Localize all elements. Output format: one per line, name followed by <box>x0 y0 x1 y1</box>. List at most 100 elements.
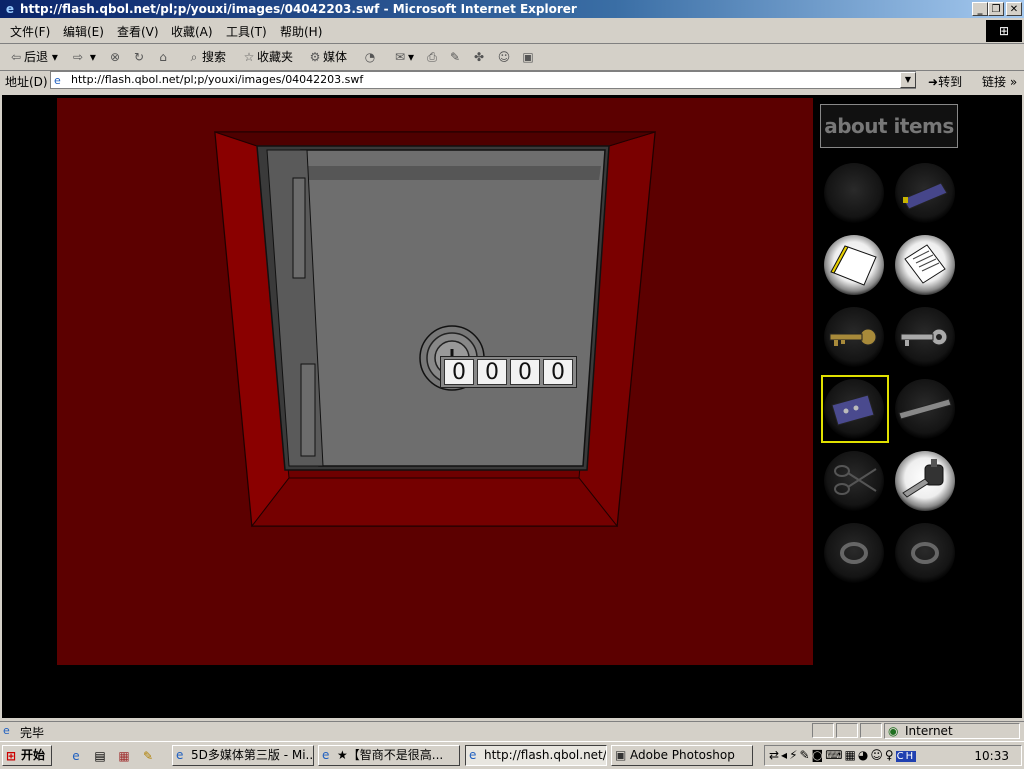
address-dropdown-button[interactable]: ▼ <box>900 72 916 88</box>
task-button-1[interactable]: e 5D多媒体第三版 - Mi... <box>172 745 314 766</box>
task-button-2[interactable]: e ★【智商不是很高... <box>318 745 460 766</box>
window-title: http://flash.qbol.net/pl;p/youxi/images/… <box>20 2 577 16</box>
extra-button[interactable]: ▣ <box>520 48 536 66</box>
go-button[interactable]: ➜转到 <box>928 73 962 90</box>
tray-icons[interactable]: ⇄◂⚡✎◙⌨▦◕☺♀CH <box>769 748 917 762</box>
status-pane-3 <box>860 723 882 738</box>
security-zone: ◉ Internet <box>884 723 1020 739</box>
stop-button[interactable]: ⊗ <box>107 48 123 66</box>
letter-icon <box>904 244 946 284</box>
inventory-slot-letter[interactable] <box>895 235 955 295</box>
discuss-icon: ✤ <box>473 50 485 64</box>
status-text: 完毕 <box>20 726 45 740</box>
scissors-icon <box>834 465 877 495</box>
title-bar: e http://flash.qbol.net/pl;p/youxi/image… <box>0 0 1024 18</box>
mail-button[interactable]: ✉ ▾ <box>392 48 414 66</box>
go-arrow-icon: ➜ <box>928 75 939 89</box>
minimize-button[interactable]: _ <box>972 2 988 16</box>
quicklaunch-app-icon[interactable]: ▦ <box>116 748 132 764</box>
media-icon: ⚙ <box>309 50 321 64</box>
forward-arrow-icon: ⇨ <box>72 50 84 64</box>
flash-content: 0 0 0 0 about items <box>2 95 1022 718</box>
print-button[interactable]: ⎙ <box>424 48 440 66</box>
windows-logo-icon: ⊞ <box>986 20 1022 42</box>
task-button-3[interactable]: e http://flash.qbol.net/... <box>465 745 607 766</box>
ie-task-icon: e <box>469 748 477 762</box>
history-icon: ◔ <box>364 50 376 64</box>
inventory-slot-silver-key[interactable] <box>895 307 955 367</box>
messenger-button[interactable]: ☺ <box>496 48 512 66</box>
lower-hinge <box>300 363 316 457</box>
quicklaunch-tool-icon[interactable]: ✎ <box>140 748 156 764</box>
edit-icon: ✎ <box>449 50 461 64</box>
menu-edit[interactable]: 编辑(E) <box>63 23 104 40</box>
clock: 10:33 <box>974 749 1009 763</box>
inventory-slot-empty[interactable] <box>824 163 884 223</box>
inventory-slot-ring-2[interactable] <box>895 523 955 583</box>
start-button[interactable]: ⊞ 开始 <box>2 745 52 766</box>
inventory-slot-ring-1[interactable] <box>824 523 884 583</box>
address-input[interactable]: e http://flash.qbol.net/pl;p/youxi/image… <box>50 71 916 89</box>
links-button[interactable]: 链接 » <box>982 73 1017 90</box>
quicklaunch-ie-icon[interactable]: e <box>68 748 84 764</box>
media-button[interactable]: ⚙ 媒体 <box>307 48 347 66</box>
menu-bar: 文件(F) 编辑(E) 查看(V) 收藏(A) 工具(T) 帮助(H) <box>0 19 1024 44</box>
code-digit-3[interactable]: 0 <box>510 359 540 385</box>
back-button[interactable]: ⇦ 后退 ▾ <box>8 48 58 66</box>
inventory-slot-scissors[interactable] <box>824 451 884 511</box>
gold-key-icon <box>829 328 877 346</box>
print-icon: ⎙ <box>427 50 437 64</box>
globe-icon: ◉ <box>888 724 899 738</box>
windows-flag-icon: ⊞ <box>6 749 17 763</box>
code-digit-2[interactable]: 0 <box>477 359 507 385</box>
stop-icon: ⊗ <box>109 50 121 64</box>
back-arrow-icon: ⇦ <box>10 50 22 64</box>
mail-icon: ✉ <box>394 50 406 64</box>
address-label: 地址(D) <box>5 75 48 89</box>
menu-view[interactable]: 查看(V) <box>117 23 159 40</box>
box-icon: ▣ <box>522 50 534 64</box>
task-button-4[interactable]: ▣ Adobe Photoshop <box>611 745 753 766</box>
refresh-icon: ↻ <box>133 50 145 64</box>
inventory-slot-gold-key[interactable] <box>824 307 884 367</box>
silver-key-icon <box>900 328 948 346</box>
search-button[interactable]: ⌕ 搜索 <box>186 48 226 66</box>
close-button[interactable]: ✕ <box>1006 2 1022 16</box>
menu-file[interactable]: 文件(F) <box>10 23 50 40</box>
recess-top-wall <box>214 131 656 147</box>
forward-button[interactable]: ⇨ ▾ <box>70 48 96 66</box>
discuss-button[interactable]: ✤ <box>471 48 487 66</box>
selected-item-highlight <box>821 375 889 443</box>
ring-icon <box>840 542 868 564</box>
code-digit-4[interactable]: 0 <box>543 359 573 385</box>
combination-display[interactable]: 0 0 0 0 <box>440 356 577 388</box>
game-stage: 0 0 0 0 <box>57 98 813 665</box>
search-icon: ⌕ <box>190 50 198 64</box>
home-button[interactable]: ⌂ <box>155 48 171 66</box>
inventory-slot-yellow-note[interactable] <box>824 235 884 295</box>
refresh-button[interactable]: ↻ <box>131 48 147 66</box>
restore-button[interactable]: ❐ <box>988 2 1004 16</box>
inventory-slot-car-key[interactable] <box>895 451 955 511</box>
ie-task-icon: e <box>322 748 330 762</box>
history-button[interactable]: ◔ <box>362 48 378 66</box>
about-items-button[interactable]: about items <box>820 104 958 148</box>
edit-button[interactable]: ✎ <box>447 48 463 66</box>
quicklaunch-desktop-icon[interactable]: ▤ <box>92 748 108 764</box>
ring-icon <box>911 542 939 564</box>
menu-help[interactable]: 帮助(H) <box>280 23 322 40</box>
ie-icon: e <box>5 2 15 16</box>
menu-favorites[interactable]: 收藏(A) <box>171 23 213 40</box>
menu-tools[interactable]: 工具(T) <box>226 23 267 40</box>
photoshop-task-icon: ▣ <box>615 748 627 762</box>
inventory-slot-purple-box[interactable] <box>895 163 955 223</box>
toolbar: ⇦ 后退 ▾ ⇨ ▾ ⊗ ↻ ⌂ ⌕ 搜索 ☆ 收藏夹 ⚙ 媒体 ◔ ✉ ▾ ⎙ ✎ ✤ … <box>0 44 1024 71</box>
car-key-icon <box>902 459 944 498</box>
status-bar: e 完毕 ◉ Internet <box>0 721 1024 741</box>
favorites-icon: ☆ <box>243 50 255 64</box>
note-icon <box>830 245 877 286</box>
favorites-button[interactable]: ☆ 收藏夹 <box>241 48 293 66</box>
language-icon: CH <box>895 751 917 762</box>
inventory-slot-metal-bar[interactable] <box>895 379 955 439</box>
code-digit-1[interactable]: 0 <box>444 359 474 385</box>
